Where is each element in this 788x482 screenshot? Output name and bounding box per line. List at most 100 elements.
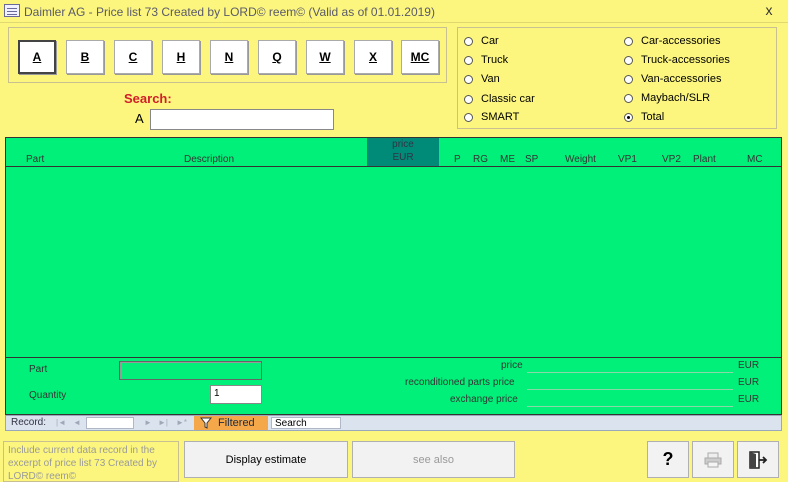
radio-icon bbox=[464, 55, 473, 65]
radio-icon bbox=[464, 94, 473, 104]
letter-button-h[interactable]: H bbox=[162, 40, 200, 74]
column-header-plant[interactable]: Plant bbox=[693, 154, 716, 165]
letter-button-mc[interactable]: MC bbox=[401, 40, 439, 74]
letter-button-q[interactable]: Q bbox=[258, 40, 296, 74]
column-header-vp1[interactable]: VP1 bbox=[618, 154, 637, 165]
column-header-p[interactable]: P bbox=[454, 154, 461, 165]
option-label: SMART bbox=[481, 111, 520, 123]
option-car[interactable]: Car bbox=[464, 35, 499, 47]
close-icon[interactable]: x bbox=[762, 2, 776, 18]
vehicle-type-options: Car Truck Van Classic car SMART Car-acce… bbox=[457, 27, 777, 129]
filter-icon bbox=[200, 417, 212, 429]
search-input[interactable] bbox=[150, 109, 334, 130]
exchange-price-label: exchange price bbox=[450, 394, 518, 405]
help-button[interactable]: ? bbox=[647, 441, 689, 478]
radio-icon bbox=[464, 36, 473, 46]
letter-button-w[interactable]: W bbox=[306, 40, 344, 74]
option-classic-car[interactable]: Classic car bbox=[464, 93, 535, 105]
column-header-weight[interactable]: Weight bbox=[565, 154, 596, 165]
option-label: Truck bbox=[481, 54, 509, 66]
reconditioned-price-value bbox=[527, 389, 733, 390]
option-label: Classic car bbox=[481, 93, 535, 105]
option-smart[interactable]: SMART bbox=[464, 111, 519, 123]
filter-toggle[interactable]: Filtered bbox=[194, 416, 268, 430]
letter-button-a[interactable]: A bbox=[18, 40, 56, 74]
next-record-icon[interactable]: ► bbox=[144, 418, 152, 427]
title-bar: Daimler AG - Price list 73 Created by LO… bbox=[0, 0, 788, 23]
price-value bbox=[527, 372, 733, 373]
option-label: Car-accessories bbox=[641, 35, 721, 47]
option-label: Maybach/SLR bbox=[641, 92, 711, 104]
option-maybach-slr[interactable]: Maybach/SLR bbox=[624, 92, 710, 104]
option-van-accessories[interactable]: Van-accessories bbox=[624, 73, 722, 85]
letter-button-n[interactable]: N bbox=[210, 40, 248, 74]
part-field[interactable] bbox=[119, 361, 262, 380]
window-title: Daimler AG - Price list 73 Created by LO… bbox=[24, 5, 435, 19]
option-truck-accessories[interactable]: Truck-accessories bbox=[624, 54, 730, 66]
exchange-currency: EUR bbox=[738, 394, 760, 405]
radio-icon bbox=[464, 74, 473, 84]
column-header-part[interactable]: Part bbox=[26, 154, 44, 165]
option-label: Van bbox=[481, 73, 500, 85]
last-record-icon[interactable]: ►| bbox=[158, 418, 168, 427]
search-letter-prefix: A bbox=[135, 111, 144, 126]
part-label: Part bbox=[29, 364, 48, 375]
column-header-rg[interactable]: RG bbox=[473, 154, 488, 165]
previous-record-icon[interactable]: ◄ bbox=[73, 418, 81, 427]
radio-icon bbox=[464, 112, 473, 122]
column-header-sp[interactable]: SP bbox=[525, 154, 538, 165]
price-currency: EUR bbox=[738, 360, 760, 371]
option-truck[interactable]: Truck bbox=[464, 54, 508, 66]
include-record-button[interactable]: Include current data record in the excer… bbox=[3, 441, 179, 482]
search-label: Search: bbox=[124, 91, 172, 106]
grid-body[interactable] bbox=[6, 167, 781, 357]
letter-button-c[interactable]: C bbox=[114, 40, 152, 74]
grid-footer: Part Quantity 1 price EUR reconditioned … bbox=[6, 357, 781, 414]
radio-icon bbox=[624, 74, 633, 84]
radio-icon bbox=[624, 55, 633, 65]
quantity-field[interactable]: 1 bbox=[210, 385, 262, 404]
display-estimate-button[interactable]: Display estimate bbox=[184, 441, 348, 478]
exit-door-icon bbox=[749, 450, 768, 469]
record-label: Record: bbox=[11, 417, 47, 428]
print-button[interactable] bbox=[692, 441, 734, 478]
option-van[interactable]: Van bbox=[464, 73, 500, 85]
form-icon bbox=[4, 4, 20, 17]
column-header-me[interactable]: ME bbox=[500, 154, 515, 165]
record-search-input[interactable]: Search bbox=[271, 417, 341, 429]
radio-icon bbox=[624, 36, 633, 46]
column-header-vp2[interactable]: VP2 bbox=[662, 154, 681, 165]
price-list-grid: Part Description price EUR P RG ME SP We… bbox=[5, 137, 782, 415]
option-car-accessories[interactable]: Car-accessories bbox=[624, 35, 720, 47]
radio-selected-icon bbox=[624, 112, 633, 122]
quantity-label: Quantity bbox=[29, 390, 67, 401]
grid-header: Part Description price EUR P RG ME SP We… bbox=[6, 138, 781, 167]
filtered-label: Filtered bbox=[218, 417, 255, 429]
help-icon: ? bbox=[662, 449, 674, 469]
reconditioned-currency: EUR bbox=[738, 377, 760, 388]
option-label: Car bbox=[481, 35, 499, 47]
price-header-line1: price bbox=[392, 139, 414, 150]
radio-icon bbox=[624, 93, 633, 103]
see-also-button[interactable]: see also bbox=[352, 441, 515, 478]
price-label: price bbox=[501, 360, 523, 371]
first-record-icon[interactable]: |◄ bbox=[56, 418, 66, 427]
record-navigation-bar: Record: |◄ ◄ ► ►| ►* Filtered Search bbox=[5, 415, 782, 431]
option-label: Total bbox=[641, 111, 665, 123]
option-total[interactable]: Total bbox=[624, 111, 664, 123]
letter-button-x[interactable]: X bbox=[354, 40, 392, 74]
letter-filter-panel: A B C H N Q W X MC bbox=[8, 27, 447, 83]
letter-button-b[interactable]: B bbox=[66, 40, 104, 74]
new-record-icon[interactable]: ►* bbox=[176, 418, 187, 427]
current-record-input[interactable] bbox=[86, 417, 134, 429]
exchange-price-value bbox=[527, 406, 733, 407]
price-header-line2: EUR bbox=[392, 152, 414, 163]
printer-icon bbox=[704, 452, 722, 467]
reconditioned-price-label: reconditioned parts price bbox=[405, 377, 515, 388]
exit-button[interactable] bbox=[737, 441, 779, 478]
column-header-price[interactable]: price EUR bbox=[367, 138, 439, 166]
column-header-description[interactable]: Description bbox=[184, 154, 234, 165]
column-header-mc[interactable]: MC bbox=[747, 154, 763, 165]
option-label: Truck-accessories bbox=[641, 54, 730, 66]
option-label: Van-accessories bbox=[641, 73, 722, 85]
